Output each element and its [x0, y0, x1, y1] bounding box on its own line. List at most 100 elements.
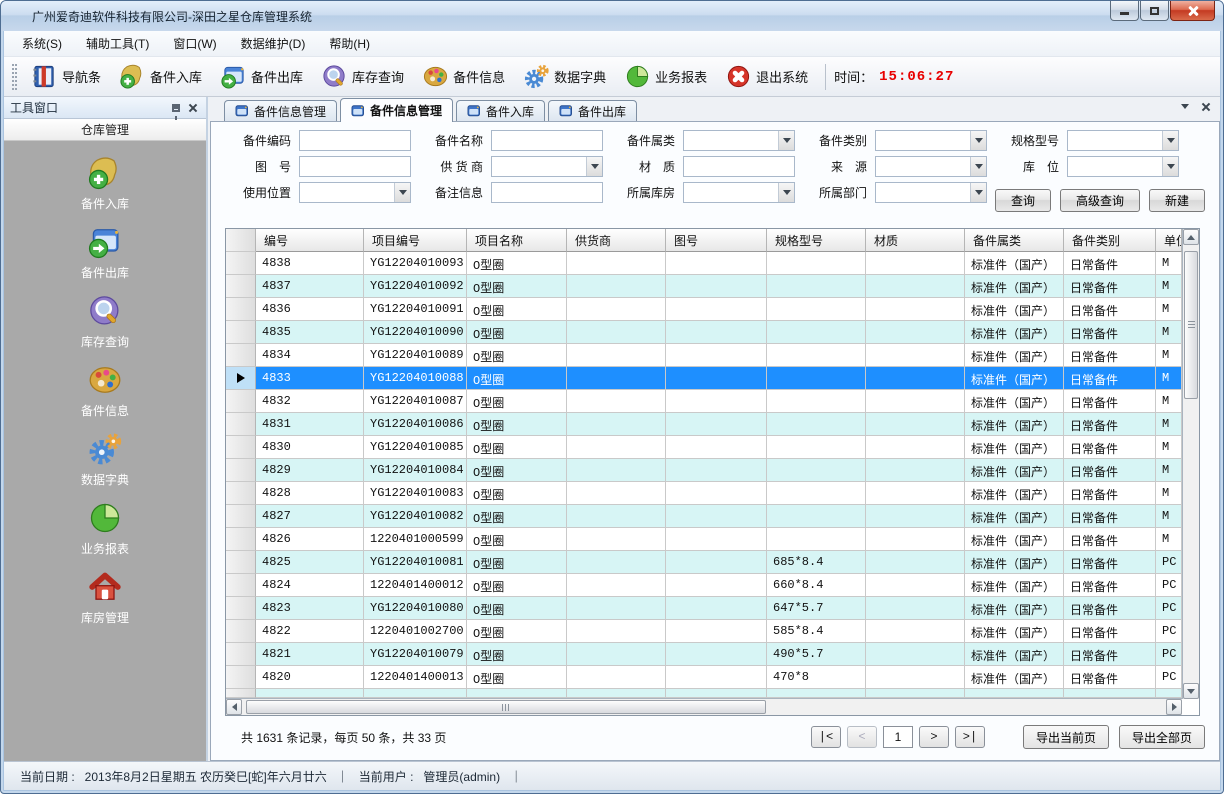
grid-cell[interactable]: PC — [1156, 643, 1182, 666]
grid-cell[interactable]: YG12204010082 — [364, 505, 467, 528]
grid-cell[interactable]: 日常备件 — [1064, 620, 1156, 643]
grid-cell[interactable]: 日常备件 — [1064, 298, 1156, 321]
sidebar-item-3[interactable]: 库存查询 — [30, 289, 180, 353]
grid-cell[interactable] — [767, 344, 866, 367]
last-page-button[interactable]: >| — [955, 726, 985, 748]
grid-cell[interactable]: YG12204010084 — [364, 459, 467, 482]
maximize-button[interactable] — [1140, 1, 1169, 21]
grid-cell[interactable]: PC — [1156, 620, 1182, 643]
grid-cell[interactable] — [767, 436, 866, 459]
toolbar-button-7[interactable]: 业务报表 — [615, 58, 716, 95]
grid-cell[interactable]: O型圈 — [467, 275, 567, 298]
horizontal-scroll-thumb[interactable] — [246, 700, 766, 714]
grid-cell[interactable]: 标准件（国产） — [965, 597, 1064, 620]
grid-cell[interactable] — [866, 551, 965, 574]
table-row[interactable]: 48201220401400013O型圈470*8标准件（国产）日常备件PC — [226, 666, 1182, 689]
tab-1[interactable]: 备件信息管理 — [224, 100, 337, 121]
grid-cell[interactable]: O型圈 — [467, 574, 567, 597]
dropdown-button[interactable] — [778, 183, 794, 202]
row-selector-cell[interactable] — [226, 344, 256, 367]
grid-cell[interactable] — [567, 321, 666, 344]
grid-cell[interactable]: O型圈 — [467, 620, 567, 643]
grid-cell[interactable]: YG12204010092 — [364, 275, 467, 298]
grid-cell[interactable]: O型圈 — [467, 482, 567, 505]
field-select[interactable] — [683, 130, 795, 151]
grid-cell[interactable]: 日常备件 — [1064, 252, 1156, 275]
grid-cell[interactable]: YG12204010088 — [364, 367, 467, 390]
field-select[interactable] — [875, 182, 987, 203]
dropdown-button[interactable] — [970, 131, 986, 150]
grid-cell[interactable]: 日常备件 — [1064, 321, 1156, 344]
table-row[interactable]: 4827YG12204010082O型圈标准件（国产）日常备件M — [226, 505, 1182, 528]
toolbar-button-2[interactable]: 备件入库 — [110, 58, 211, 95]
advanced-query-button[interactable]: 高级查询 — [1060, 189, 1140, 212]
grid-cell[interactable]: 4827 — [256, 505, 364, 528]
query-button[interactable]: 查询 — [995, 189, 1051, 212]
sidebar-item-5[interactable]: 数据字典 — [30, 427, 180, 491]
grid-cell[interactable] — [866, 413, 965, 436]
menu-item-1[interactable]: 系统(S) — [10, 31, 74, 56]
grid-cell[interactable] — [567, 298, 666, 321]
grid-cell[interactable]: PC — [1156, 597, 1182, 620]
grid-cell[interactable]: 4824 — [256, 574, 364, 597]
grid-cell[interactable]: 标准件（国产） — [965, 643, 1064, 666]
grid-cell[interactable]: 日常备件 — [1064, 367, 1156, 390]
grid-cell[interactable] — [666, 321, 767, 344]
close-button[interactable] — [1170, 1, 1215, 21]
grid-cell[interactable]: O型圈 — [467, 551, 567, 574]
dropdown-button[interactable] — [1162, 131, 1178, 150]
grid-cell[interactable]: 日常备件 — [1064, 390, 1156, 413]
grid-cell[interactable] — [866, 275, 965, 298]
grid-cell[interactable]: O型圈 — [467, 528, 567, 551]
grid-cell[interactable] — [666, 666, 767, 689]
table-row[interactable]: 4834YG12204010089O型圈标准件（国产）日常备件M — [226, 344, 1182, 367]
grid-cell[interactable] — [567, 413, 666, 436]
grid-cell[interactable]: O型圈 — [467, 505, 567, 528]
grid-cell[interactable]: O型圈 — [467, 597, 567, 620]
field-select[interactable] — [1067, 130, 1179, 151]
grid-cell[interactable] — [567, 505, 666, 528]
grid-cell[interactable] — [666, 344, 767, 367]
page-number-input[interactable]: 1 — [883, 726, 913, 748]
grid-cell[interactable] — [666, 505, 767, 528]
field-input[interactable] — [299, 130, 411, 151]
grid-cell[interactable]: M — [1156, 298, 1182, 321]
grid-cell[interactable] — [767, 252, 866, 275]
dropdown-button[interactable] — [586, 157, 602, 176]
grid-cell[interactable]: 4837 — [256, 275, 364, 298]
grid-cell[interactable]: 4836 — [256, 298, 364, 321]
table-row[interactable]: 4833YG12204010088O型圈标准件（国产）日常备件M — [226, 367, 1182, 390]
table-row[interactable]: 4835YG12204010090O型圈标准件（国产）日常备件M — [226, 321, 1182, 344]
grid-cell[interactable]: 4825 — [256, 551, 364, 574]
grid-cell[interactable] — [666, 551, 767, 574]
grid-cell[interactable] — [567, 643, 666, 666]
first-page-button[interactable]: |< — [811, 726, 841, 748]
scroll-right-button[interactable] — [1166, 699, 1182, 715]
grid-cell[interactable]: 标准件（国产） — [965, 252, 1064, 275]
row-selector-cell[interactable] — [226, 298, 256, 321]
menu-item-3[interactable]: 窗口(W) — [161, 31, 228, 56]
grid-cell[interactable]: M — [1156, 252, 1182, 275]
grid-cell[interactable]: YG12204010081 — [364, 551, 467, 574]
grid-cell[interactable]: PC — [1156, 666, 1182, 689]
grid-cell[interactable]: 日常备件 — [1064, 275, 1156, 298]
grid-cell[interactable] — [666, 574, 767, 597]
grid-cell[interactable] — [767, 413, 866, 436]
grid-column-header[interactable]: 单位 — [1156, 229, 1182, 252]
toolbar-button-8[interactable]: 退出系统 — [716, 58, 817, 95]
grid-cell[interactable] — [567, 344, 666, 367]
grid-cell[interactable] — [567, 551, 666, 574]
grid-cell[interactable]: 4829 — [256, 459, 364, 482]
sidebar-item-4[interactable]: 备件信息 — [30, 358, 180, 422]
grid-cell[interactable]: 4828 — [256, 482, 364, 505]
menu-item-2[interactable]: 辅助工具(T) — [74, 31, 161, 56]
grid-cell[interactable]: 日常备件 — [1064, 551, 1156, 574]
grid-cell[interactable]: 1220401002700 — [364, 620, 467, 643]
grid-cell[interactable] — [666, 298, 767, 321]
grid-cell[interactable]: M — [1156, 436, 1182, 459]
grid-cell[interactable] — [666, 436, 767, 459]
next-page-button[interactable]: > — [919, 726, 949, 748]
grid-cell[interactable]: YG12204010087 — [364, 390, 467, 413]
grid-cell[interactable] — [567, 390, 666, 413]
field-input[interactable] — [683, 156, 795, 177]
